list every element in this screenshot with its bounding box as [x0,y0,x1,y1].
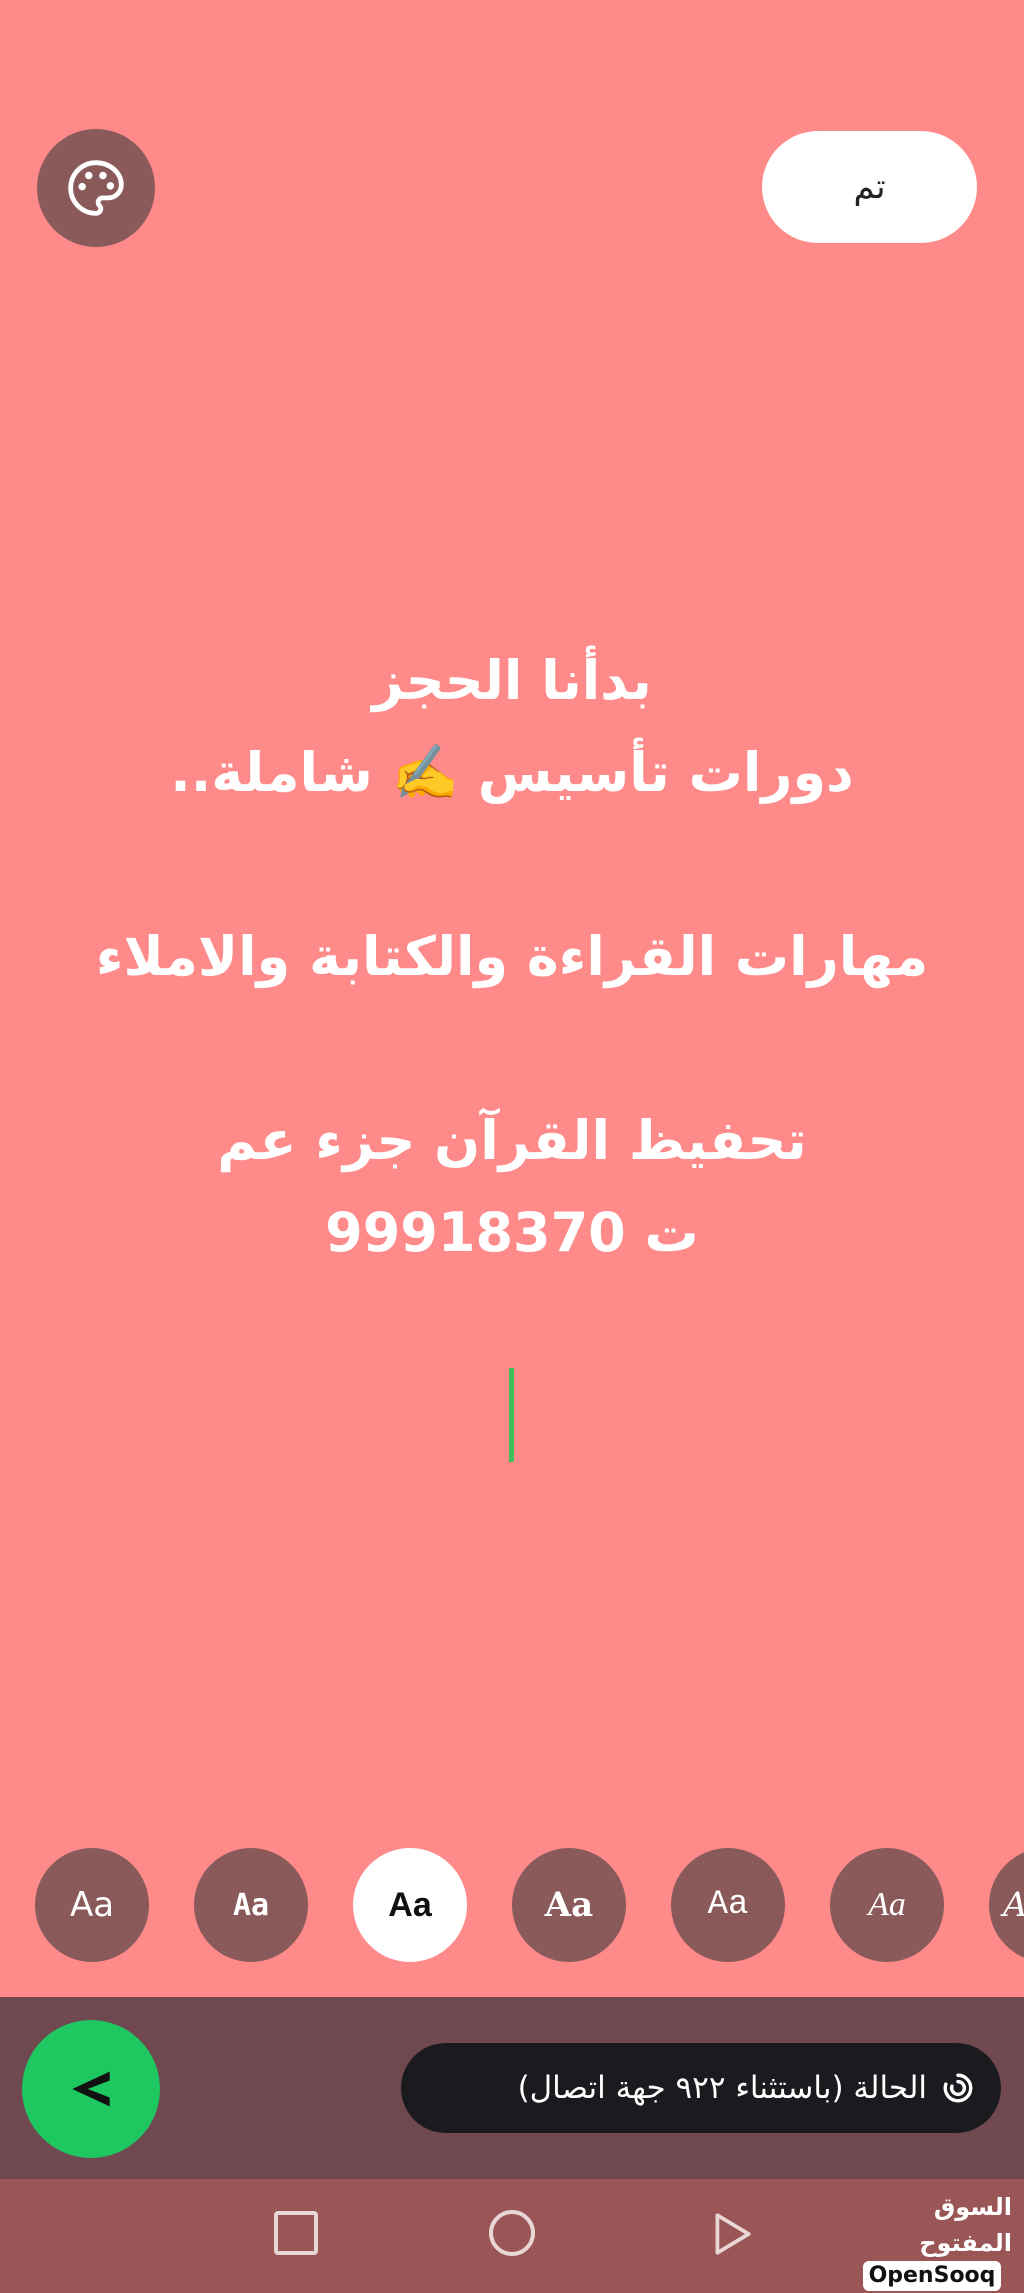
text-cursor [509,1368,514,1462]
font-option[interactable]: Aa [194,1848,308,1962]
font-option[interactable]: Aa [35,1848,149,1962]
status-text-line: تحفيظ القرآن جزء عم [217,1109,807,1172]
done-button[interactable]: تم [762,131,977,243]
font-option[interactable]: Aa [830,1848,944,1962]
triangle-back-icon[interactable] [707,2208,757,2260]
status-text-editor[interactable]: بدأنا الحجز دورات تأسيس ✍️ شاملة.. مهارا… [60,635,964,1279]
watermark-english: OpenSooq [862,2261,1002,2291]
palette-button[interactable] [37,129,155,247]
status-text-line: مهارات القراءة والكتابة والاملاء [95,925,929,988]
font-option[interactable]: Aa [512,1848,626,1962]
font-option[interactable]: A [989,1848,1024,1962]
status-audience-label: الحالة (باستثناء ٩٢٢ جهة اتصال) [517,2070,927,2106]
status-text-line [60,819,964,911]
status-text-line: بدأنا الحجز [372,649,652,712]
status-audience-selector[interactable]: الحالة (باستثناء ٩٢٢ جهة اتصال) [401,2043,1001,2133]
watermark-arabic: السوق المفتوح [919,2193,1012,2257]
opensooq-watermark: السوق المفتوح OpenSooq [852,2189,1012,2291]
font-option-selected[interactable]: Aa [353,1848,467,1962]
send-arrow-icon [72,2071,110,2107]
send-button[interactable] [22,2020,160,2158]
status-text-line [60,1003,964,1095]
status-ring-icon [941,2071,975,2105]
palette-icon [68,160,124,216]
square-icon[interactable] [274,2211,318,2255]
font-picker[interactable]: Aa Aa Aa Aa Aa Aa A [0,1848,1024,1964]
font-option[interactable]: Aa [671,1848,785,1962]
status-text-line: دورات تأسيس ✍️ شاملة.. [170,741,854,804]
circle-icon[interactable] [489,2210,535,2256]
status-text-line: ت 99918370 [325,1201,699,1264]
